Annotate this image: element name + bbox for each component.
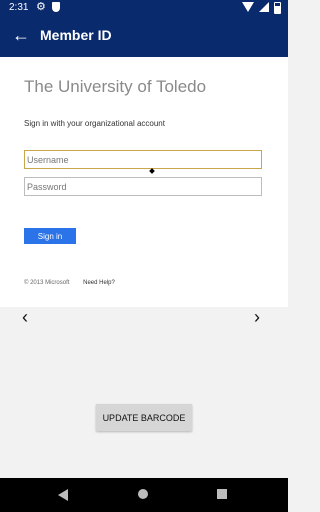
cursor-marker: [149, 168, 155, 174]
username-input[interactable]: [24, 150, 262, 169]
wifi-icon: [242, 2, 254, 12]
next-arrow-icon[interactable]: ›: [254, 307, 260, 328]
previous-arrow-icon[interactable]: ‹: [22, 307, 28, 328]
copyright-text: © 2013 Microsoft: [24, 280, 70, 286]
back-arrow-icon[interactable]: ←: [12, 25, 30, 45]
login-webview: The University of Toledo Sign in with yo…: [0, 57, 288, 307]
organization-name: The University of Toledo: [24, 77, 207, 96]
status-time: 2:31: [9, 2, 29, 13]
sign-in-button[interactable]: Sign in: [24, 228, 76, 244]
need-help-link[interactable]: Need Help?: [83, 280, 115, 286]
system-nav-bar: [0, 478, 288, 512]
password-input[interactable]: [24, 177, 262, 196]
app-bar: ← Member ID: [0, 17, 288, 57]
nav-back-icon[interactable]: [58, 489, 68, 501]
battery-icon: [274, 2, 281, 14]
footer: © 2013 Microsoft Need Help?: [24, 280, 115, 286]
gear-icon: ⚙: [36, 1, 46, 13]
update-barcode-button[interactable]: UPDATE BARCODE: [96, 404, 192, 431]
nav-home-icon[interactable]: [138, 489, 148, 499]
nav-recent-icon[interactable]: [217, 489, 227, 499]
cell-signal-icon: [259, 2, 269, 12]
status-bar: 2:31 ⚙: [0, 0, 288, 17]
shield-icon: [52, 2, 60, 12]
sign-in-subtitle: Sign in with your organizational account: [24, 119, 165, 128]
page-title: Member ID: [40, 27, 112, 43]
